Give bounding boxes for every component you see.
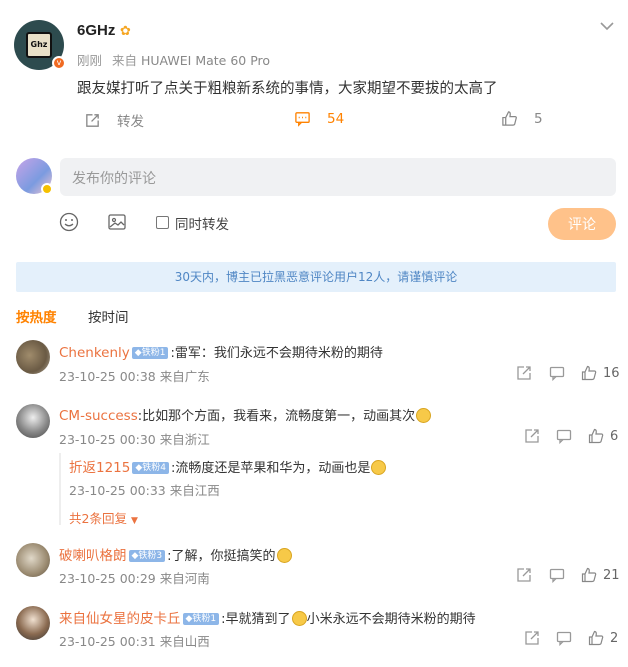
comment-time: 23-10-25 00:31 来自山西 <box>59 634 210 649</box>
commenter-name[interactable]: 来自仙女星的皮卡丘 <box>59 611 181 627</box>
comment-text: 比如那个方面，我看来，流畅度第一，动画其次 <box>142 409 416 424</box>
comment-line: Chenkenly ◆铁粉1:雷军：我们永远不会期待米粉的期待 <box>59 345 383 361</box>
commenter-name[interactable]: CM-success <box>59 408 138 424</box>
view-replies-link[interactable]: 共2条回复 ▼ <box>69 508 138 527</box>
comment-input[interactable]: 发布你的评论 <box>60 158 616 196</box>
commenter-name[interactable]: Chenkenly <box>59 345 130 361</box>
verified-icon: v <box>52 56 66 70</box>
repost-label: 转发 <box>117 114 144 130</box>
comment-line: 破喇叭格朗 ◆铁粉3:了解，你挺搞笑的 <box>59 544 292 564</box>
comment-text: 雷军：我们永远不会期待米粉的期待 <box>174 346 383 361</box>
fan-level-badge: ◆铁粉3 <box>128 550 166 562</box>
comment-avatar[interactable] <box>16 543 50 577</box>
post-time: 刚刚 <box>77 53 103 68</box>
share-icon[interactable] <box>516 365 532 381</box>
thumbs-up-icon <box>588 630 604 646</box>
fan-level-badge: ◆铁粉1 <box>131 347 169 359</box>
comment-time: 23-10-25 00:38 来自广东 <box>59 369 210 384</box>
author-name[interactable]: 6GHz <box>77 22 115 39</box>
tab-hot[interactable]: 按热度 <box>16 306 57 326</box>
reply-icon[interactable] <box>556 630 572 646</box>
image-icon[interactable] <box>107 212 127 236</box>
chevron-down-icon[interactable] <box>600 16 614 35</box>
comment-count: 54 <box>327 110 345 127</box>
comment-text-continued: 小米永远不会期待米粉的期待 <box>306 612 476 627</box>
comment-like-button[interactable]: 6 <box>588 428 618 444</box>
source-device[interactable]: HUAWEI Mate 60 Pro <box>141 53 270 68</box>
comment-like-button[interactable]: 2 <box>588 630 618 646</box>
comment-icon <box>295 112 310 127</box>
comment-like-button[interactable]: 21 <box>581 567 620 583</box>
comment-time: 23-10-25 00:30 来自浙江 <box>59 432 210 447</box>
repost-checkbox[interactable] <box>156 216 169 229</box>
like-button[interactable]: 5 <box>501 110 543 127</box>
repost-checkbox-label[interactable]: 同时转发 <box>175 213 229 233</box>
comment-line: 来自仙女星的皮卡丘 ◆铁粉1:早就猜到了 小米永远不会期待米粉的期待 <box>59 611 476 627</box>
tab-time[interactable]: 按时间 <box>88 306 129 326</box>
comment-line: CM-success:比如那个方面，我看来，流畅度第一，动画其次 <box>59 405 432 424</box>
comment-avatar[interactable] <box>16 404 50 438</box>
share-icon[interactable] <box>524 630 540 646</box>
post-meta: 刚刚 来自 HUAWEI Mate 60 Pro <box>77 50 270 69</box>
thumbs-up-icon <box>502 111 517 126</box>
emoji-icon <box>416 408 432 423</box>
source-prefix: 来自 <box>112 53 138 68</box>
comment-avatar[interactable] <box>16 340 50 374</box>
replier-name[interactable]: 折返1215 <box>69 460 130 476</box>
comment-like-count: 2 <box>610 630 619 646</box>
reply-divider <box>59 453 61 525</box>
comment-like-count: 6 <box>610 428 619 444</box>
medal-icon: ✿ <box>120 24 131 39</box>
submit-comment-button[interactable]: 评论 <box>548 208 616 240</box>
comment-text: 了解，你挺搞笑的 <box>171 549 276 564</box>
share-icon[interactable] <box>516 567 532 583</box>
comment-like-count: 21 <box>603 567 620 583</box>
emoji-icon <box>291 611 307 626</box>
reply-line: 折返1215 ◆铁粉4:流畅度还是苹果和华为，动画也是 <box>69 456 387 476</box>
thumbs-up-icon <box>581 567 597 583</box>
emoji-icon[interactable] <box>59 212 79 236</box>
fan-level-badge: ◆铁粉4 <box>132 462 170 474</box>
view-replies-label: 共2条回复 <box>69 511 127 526</box>
post-content: 跟友媒打听了点关于粗粮新系统的事情，大家期望不要拔的太高了 <box>77 81 498 97</box>
emoji-icon <box>276 548 292 563</box>
caret-down-icon: ▼ <box>130 516 138 526</box>
reply-time: 23-10-25 00:33 来自江西 <box>69 483 220 498</box>
comment-button[interactable]: 54 <box>294 110 344 127</box>
comment-like-count: 16 <box>603 365 620 381</box>
commenter-name[interactable]: 破喇叭格朗 <box>59 548 127 564</box>
fan-level-badge: ◆铁粉1 <box>182 613 220 625</box>
vip-icon <box>41 183 53 195</box>
reply-icon[interactable] <box>549 365 565 381</box>
reply-icon[interactable] <box>549 567 565 583</box>
reply-icon[interactable] <box>556 428 572 444</box>
emoji-icon <box>371 460 387 475</box>
notice-banner: 30天内，博主已拉黑恶意评论用户12人，请谨慎评论 <box>16 262 616 292</box>
repost-button[interactable]: 转发 <box>84 110 144 130</box>
share-icon[interactable] <box>524 428 540 444</box>
share-icon <box>86 113 99 127</box>
comment-time: 23-10-25 00:29 来自河南 <box>59 571 210 586</box>
thumbs-up-icon <box>588 428 604 444</box>
like-count: 5 <box>534 110 543 127</box>
comment-like-button[interactable]: 16 <box>581 365 620 381</box>
comment-text: 早就猜到了 <box>225 612 291 627</box>
reply-text: 流畅度还是苹果和华为，动画也是 <box>175 461 371 476</box>
thumbs-up-icon <box>581 365 597 381</box>
comment-avatar[interactable] <box>16 606 50 640</box>
chip-logo: Ghz <box>26 32 52 58</box>
